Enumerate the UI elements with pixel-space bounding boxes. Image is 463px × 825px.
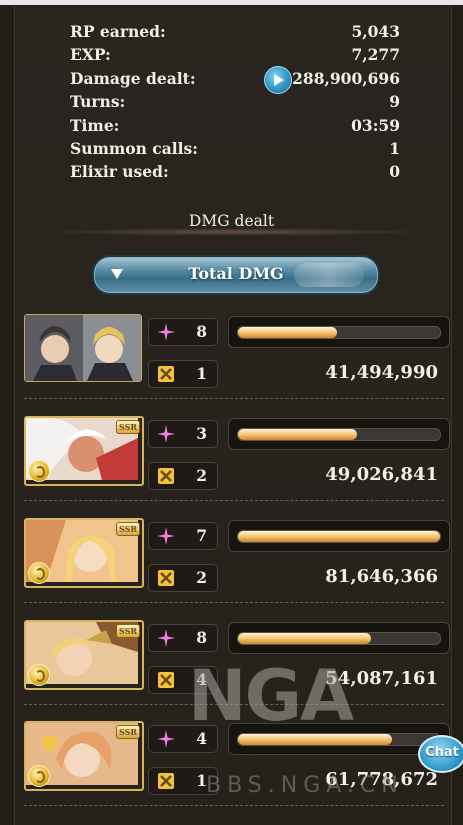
stat-label: Elixir used: xyxy=(70,162,169,181)
rarity-badge: SSR xyxy=(115,420,140,434)
stat-value: 0 xyxy=(389,162,400,181)
crossed-swords-icon xyxy=(158,672,174,688)
chain-count: 1 xyxy=(196,364,207,383)
chain-count-chip: 2 xyxy=(148,462,218,490)
gauge-fill xyxy=(238,327,337,338)
skill-count-chip: 8 xyxy=(148,318,218,346)
chain-count-chip: 2 xyxy=(148,564,218,592)
play-replay-button[interactable] xyxy=(264,66,292,94)
section-title: DMG dealt xyxy=(188,212,275,230)
dropdown-label: Total DMG xyxy=(188,264,284,283)
character-row: SSR 4 1 61,778,672 xyxy=(24,721,450,821)
skill-count-chip: 3 xyxy=(148,420,218,448)
crossed-swords-icon xyxy=(158,773,174,789)
chat-label: Chat xyxy=(425,745,459,760)
stat-value: 03:59 xyxy=(351,116,400,135)
row-divider xyxy=(24,602,444,603)
character-portrait[interactable]: SSR xyxy=(24,721,144,791)
stat-exp: EXP: 7,277 xyxy=(70,45,400,67)
rarity-badge: SSR xyxy=(115,624,140,638)
gauge-fill xyxy=(238,531,440,542)
skill-count-chip: 7 xyxy=(148,522,218,550)
damage-gauge xyxy=(228,418,450,450)
crossed-swords-icon xyxy=(158,570,174,586)
skill-count: 8 xyxy=(196,322,207,341)
damage-gauge xyxy=(228,723,450,755)
chat-button[interactable]: Chat xyxy=(418,735,463,773)
character-row: SSR 3 2 49,026,841 xyxy=(24,416,450,516)
damage-gauge xyxy=(228,316,450,348)
character-portrait[interactable]: SSR xyxy=(24,518,144,588)
coin-icon xyxy=(28,562,50,584)
gauge-fill xyxy=(238,429,358,440)
coin-icon xyxy=(28,664,50,686)
gauge-fill xyxy=(238,633,372,644)
damage-value: 49,026,841 xyxy=(325,464,438,485)
stat-label: Damage dealt: xyxy=(70,69,196,88)
chain-count-chip: 4 xyxy=(148,666,218,694)
damage-gauge xyxy=(228,622,450,654)
skill-count-chip: 8 xyxy=(148,624,218,652)
crossed-swords-icon xyxy=(158,366,174,382)
coin-icon xyxy=(28,460,50,482)
rarity-badge: SSR xyxy=(115,522,140,536)
stat-label: RP earned: xyxy=(70,22,166,41)
chain-count: 2 xyxy=(196,466,207,485)
gauge-fill xyxy=(238,734,392,745)
top-border xyxy=(0,0,463,5)
damage-value: 54,087,161 xyxy=(325,668,438,689)
stat-rp-earned: RP earned: 5,043 xyxy=(70,22,400,44)
portrait-pair-icon xyxy=(25,315,141,381)
row-divider xyxy=(24,500,444,501)
rarity-badge: SSR xyxy=(115,725,140,739)
skill-count: 4 xyxy=(196,729,207,748)
sparkle-icon xyxy=(157,629,175,647)
damage-value: 81,646,366 xyxy=(325,566,438,587)
stat-damage-dealt: Damage dealt: 288,900,696 xyxy=(70,66,400,94)
row-divider xyxy=(24,398,444,399)
coin-icon xyxy=(28,765,50,787)
character-portrait[interactable] xyxy=(24,314,142,382)
character-row: SSR 8 4 54,087,161 xyxy=(24,620,450,720)
character-row: 8 1 41,494,990 xyxy=(24,314,450,414)
sparkle-icon xyxy=(157,527,175,545)
skill-count-chip: 4 xyxy=(148,725,218,753)
stat-label: EXP: xyxy=(70,45,111,64)
sparkle-icon xyxy=(157,323,175,341)
skill-count: 3 xyxy=(196,424,207,443)
stat-value: 5,043 xyxy=(351,22,400,41)
stat-turns: Turns: 9 xyxy=(70,92,400,114)
skill-count: 7 xyxy=(196,526,207,545)
play-icon xyxy=(274,74,284,86)
stat-elixir-used: Elixir used: 0 xyxy=(70,162,400,184)
skill-count: 8 xyxy=(196,628,207,647)
character-portrait[interactable]: SSR xyxy=(24,620,144,690)
total-dmg-dropdown[interactable]: Total DMG xyxy=(92,255,380,295)
row-divider xyxy=(24,704,444,705)
stat-value: 288,900,696 xyxy=(292,69,400,88)
stat-time: Time: 03:59 xyxy=(70,116,400,138)
sparkle-icon xyxy=(157,730,175,748)
chain-count: 2 xyxy=(196,568,207,587)
sparkle-icon xyxy=(157,425,175,443)
chain-count: 1 xyxy=(196,771,207,790)
damage-gauge xyxy=(228,520,450,552)
damage-value: 41,494,990 xyxy=(325,362,438,383)
character-portrait[interactable]: SSR xyxy=(24,416,144,486)
crossed-swords-icon xyxy=(158,468,174,484)
character-row: SSR 7 2 81,646,366 xyxy=(24,518,450,618)
chain-count-chip: 1 xyxy=(148,767,218,795)
damage-value: 61,778,672 xyxy=(325,769,438,790)
stat-value: 1 xyxy=(389,139,400,158)
stat-summon-calls: Summon calls: 1 xyxy=(70,139,400,161)
row-divider xyxy=(24,805,444,806)
stat-value: 7,277 xyxy=(351,45,400,64)
stat-label: Summon calls: xyxy=(70,139,198,158)
chain-count-chip: 1 xyxy=(148,360,218,388)
chain-count: 4 xyxy=(196,670,207,689)
stat-label: Time: xyxy=(70,116,120,135)
stat-value: 9 xyxy=(389,92,400,111)
stat-label: Turns: xyxy=(70,92,126,111)
